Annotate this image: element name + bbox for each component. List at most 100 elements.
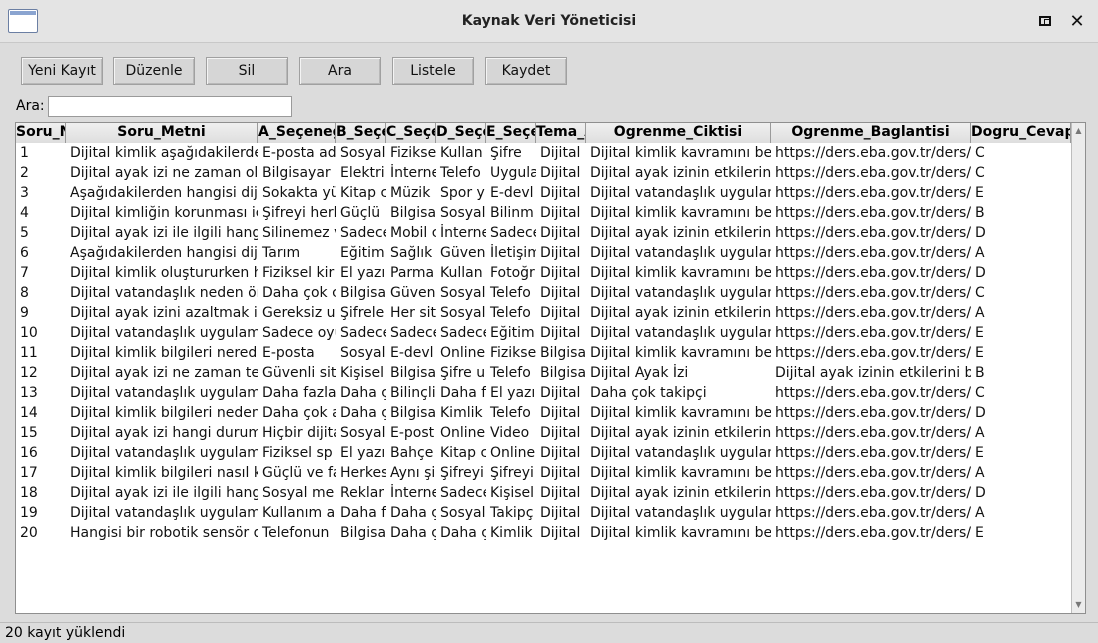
header-col-soru-no[interactable]: Soru_No: [16, 123, 66, 143]
cell-col-a: Gereksiz u: [262, 305, 336, 321]
cell-col-b: Şifrele: [340, 305, 385, 321]
cell-col-ogrenme-ciktisi: Dijital kimlik kavramını be: [590, 345, 771, 361]
cell-col-dogru-cevap: A: [975, 305, 985, 321]
cell-col-dogru-cevap: E: [975, 325, 984, 341]
table-row[interactable]: 6 Aşağıdakilerden hangisi dijit Tarım Eğiti…: [16, 243, 1071, 263]
cell-col-soru-no: 3: [20, 185, 29, 201]
cell-col-ogrenme-baglantisi: https://ders.eba.gov.tr/ders/pr: [775, 185, 971, 201]
cell-col-b: Sosyal: [340, 425, 386, 441]
table-row[interactable]: 11 Dijital kimlik bilgileri nerede E-posta…: [16, 343, 1071, 363]
table-row[interactable]: 3 Aşağıdakilerden hangisi dijit Sokakta yü…: [16, 183, 1071, 203]
header-col-ogrenme-baglantisi[interactable]: Ogrenme_Baglantisi: [771, 123, 971, 143]
cell-col-a: Hiçbir dijita: [262, 425, 336, 441]
header-col-dogru-cevap[interactable]: Dogru_Cevap: [971, 123, 1071, 143]
cell-col-e: Telefo: [490, 365, 531, 381]
header-col-d[interactable]: D_Seçeneği: [436, 123, 486, 143]
new-record-button[interactable]: Yeni Kayıt: [21, 57, 103, 85]
table-row[interactable]: 10 Dijital vatandaşlık uygulamı Sadece oyu…: [16, 323, 1071, 343]
table-row[interactable]: 4 Dijital kimliğin korunması iç Şifreyi he…: [16, 203, 1071, 223]
cell-col-ogrenme-baglantisi: https://ders.eba.gov.tr/ders/pr: [775, 405, 971, 421]
header-col-b[interactable]: B_Seçeneği: [336, 123, 386, 143]
cell-col-e: Sadece: [490, 225, 536, 241]
vertical-scrollbar[interactable]: ▲ ▼: [1071, 123, 1085, 613]
cell-col-dogru-cevap: B: [975, 205, 985, 221]
search-button[interactable]: Ara: [299, 57, 381, 85]
table-row[interactable]: 7 Dijital kimlik oluştururken h Fiziksel k…: [16, 263, 1071, 283]
cell-col-dogru-cevap: D: [975, 405, 986, 421]
header-col-ogrenme-ciktisi[interactable]: Ogrenme_Ciktisi: [586, 123, 771, 143]
header-col-soru-metni[interactable]: Soru_Metni: [66, 123, 258, 143]
cell-col-ogrenme-ciktisi: Dijital ayak izinin etkilerini: [590, 425, 771, 441]
cell-col-a: Fiziksel kir: [262, 265, 335, 281]
table-header: Soru_NoSoru_MetniA_SeçeneğiB_SeçeneğiC_S…: [16, 123, 1073, 143]
table-row[interactable]: 8 Dijital vatandaşlık neden ön Daha çok cB…: [16, 283, 1071, 303]
table-row[interactable]: 14 Dijital kimlik bilgileri neden Daha çok…: [16, 403, 1071, 423]
cell-col-tema: Dijital: [540, 385, 581, 401]
edit-button[interactable]: Düzenle: [113, 57, 195, 85]
cell-col-a: Fiziksel sp: [262, 445, 333, 461]
table-row[interactable]: 18 Dijital ayak izi ile ilgili hang Sosyal…: [16, 483, 1071, 503]
scroll-down-icon[interactable]: ▼: [1072, 599, 1085, 611]
cell-col-tema: Dijital: [540, 265, 581, 281]
cell-col-e: Kimlik: [490, 525, 533, 541]
cell-col-tema: Dijital: [540, 465, 581, 481]
table-row[interactable]: 5 Dijital ayak izi ile ilgili hang Silinem…: [16, 223, 1071, 243]
cell-col-a: Telefonun: [262, 525, 330, 541]
cell-col-b: Kişisel: [340, 365, 385, 381]
cell-col-soru-no: 8: [20, 285, 29, 301]
header-col-a[interactable]: A_Seçeneği: [258, 123, 336, 143]
header-col-tema[interactable]: Tema_Adı: [536, 123, 586, 143]
cell-col-ogrenme-ciktisi: Daha çok takipçi: [590, 385, 707, 401]
cell-col-d: Daha ç: [440, 525, 486, 541]
cell-col-soru-metni: Hangisi bir robotik sensör de: [70, 525, 258, 541]
table-row[interactable]: 20 Hangisi bir robotik sensör de Telefonun…: [16, 523, 1071, 543]
cell-col-soru-no: 18: [20, 485, 38, 501]
cell-col-ogrenme-ciktisi: Dijital vatandaşlık uygulam: [590, 445, 771, 461]
cell-col-a: Silinemez v: [262, 225, 336, 241]
table-row[interactable]: 12 Dijital ayak izi ne zaman teh Güvenli s…: [16, 363, 1071, 383]
cell-col-ogrenme-baglantisi: Dijital ayak izinin etkilerini bi: [775, 365, 971, 381]
header-col-e[interactable]: E_Seçeneği: [486, 123, 536, 143]
cell-col-soru-metni: Dijital kimlik aşağıdakilerden: [70, 145, 258, 161]
cell-col-a: Şifreyi herk: [262, 205, 336, 221]
cell-col-dogru-cevap: B: [975, 365, 985, 381]
restore-button[interactable]: [1035, 11, 1055, 31]
table-row[interactable]: 13 Dijital vatandaşlık uygulamı Daha fazla…: [16, 383, 1071, 403]
cell-col-soru-no: 11: [20, 345, 38, 361]
cell-col-ogrenme-baglantisi: https://ders.eba.gov.tr/ders/pr: [775, 445, 971, 461]
cell-col-tema: Dijital: [540, 245, 581, 261]
table-row[interactable]: 16 Dijital vatandaşlık uygulamı Fiziksel s…: [16, 443, 1071, 463]
cell-col-d: Telefo: [440, 165, 481, 181]
table-row[interactable]: 1 Dijital kimlik aşağıdakilerden E-posta a…: [16, 143, 1071, 163]
cell-col-b: Daha f: [340, 505, 386, 521]
records-table[interactable]: Soru_NoSoru_MetniA_SeçeneğiB_SeçeneğiC_S…: [15, 122, 1086, 614]
cell-col-c: Bilgisa: [390, 205, 436, 221]
close-button[interactable]: ✕: [1067, 11, 1087, 32]
cell-col-dogru-cevap: C: [975, 285, 985, 301]
save-button[interactable]: Kaydet: [485, 57, 567, 85]
cell-col-d: Online: [440, 425, 486, 441]
cell-col-c: Daha ç: [390, 505, 436, 521]
title-bar: Kaynak Veri Yöneticisi ✕: [0, 0, 1098, 43]
cell-col-ogrenme-baglantisi: https://ders.eba.gov.tr/ders/pr: [775, 465, 971, 481]
list-button[interactable]: Listele: [392, 57, 474, 85]
cell-col-soru-metni: Dijital kimliğin korunması iç: [70, 205, 258, 221]
table-row[interactable]: 19 Dijital vatandaşlık uygulamı Kullanım a…: [16, 503, 1071, 523]
cell-col-c: İnterne: [390, 165, 436, 181]
table-row[interactable]: 2 Dijital ayak izi ne zaman olu Bilgisayar…: [16, 163, 1071, 183]
delete-button[interactable]: Sil: [206, 57, 288, 85]
table-row[interactable]: 17 Dijital kimlik bilgileri nasıl k Güçlü …: [16, 463, 1071, 483]
cell-col-ogrenme-baglantisi: https://ders.eba.gov.tr/ders/pr: [775, 385, 971, 401]
cell-col-c: Fiziksel: [390, 145, 436, 161]
search-input[interactable]: [48, 96, 292, 117]
cell-col-e: Şifreyi: [490, 465, 534, 481]
table-row[interactable]: 9 Dijital ayak izini azaltmak iç Gereksiz …: [16, 303, 1071, 323]
scroll-up-icon[interactable]: ▲: [1072, 125, 1085, 137]
search-label: Ara:: [16, 98, 45, 114]
header-col-c[interactable]: C_Seçeneği: [386, 123, 436, 143]
cell-col-soru-metni: Dijital vatandaşlık uygulamı: [70, 325, 258, 341]
cell-col-soru-metni: Aşağıdakilerden hangisi dijit: [70, 245, 258, 261]
cell-col-ogrenme-baglantisi: https://ders.eba.gov.tr/ders/pr: [775, 165, 971, 181]
cell-col-tema: Dijital: [540, 405, 581, 421]
table-row[interactable]: 15 Dijital ayak izi hangi durumc Hiçbir di…: [16, 423, 1071, 443]
